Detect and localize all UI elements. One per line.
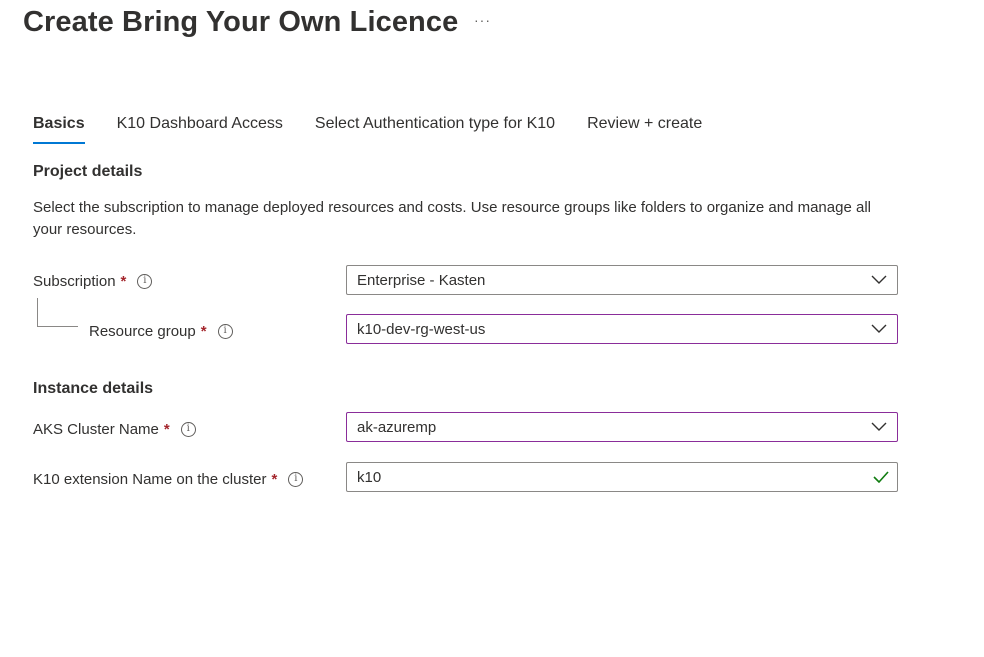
- aks-cluster-label-text: AKS Cluster Name: [33, 420, 159, 438]
- more-options-button[interactable]: ···: [474, 12, 491, 28]
- instance-details-heading: Instance details: [33, 380, 154, 397]
- info-icon[interactable]: i: [217, 323, 233, 339]
- subscription-value: Enterprise - Kasten: [357, 271, 486, 289]
- info-icon[interactable]: i: [288, 471, 304, 487]
- project-details-heading: Project details: [33, 163, 143, 180]
- resource-group-value: k10-dev-rg-west-us: [357, 320, 486, 338]
- extension-name-label: K10 extension Name on the cluster * i: [33, 468, 304, 490]
- extension-name-value[interactable]: k10: [357, 469, 873, 486]
- resource-group-label-text: Resource group: [89, 322, 196, 340]
- resource-group-dropdown[interactable]: k10-dev-rg-west-us: [346, 314, 898, 344]
- subscription-dropdown[interactable]: Enterprise - Kasten: [346, 265, 898, 295]
- tab-basics[interactable]: Basics: [33, 112, 85, 144]
- required-marker: *: [271, 470, 278, 488]
- chevron-down-icon: [871, 422, 887, 431]
- project-details-description: Select the subscription to manage deploy…: [33, 199, 871, 238]
- required-marker: *: [200, 322, 207, 340]
- resource-group-label: Resource group * i: [89, 320, 233, 342]
- wizard-tabs: Basics K10 Dashboard Access Select Authe…: [33, 112, 702, 146]
- chevron-down-icon: [871, 275, 887, 284]
- info-icon[interactable]: i: [137, 273, 153, 289]
- aks-cluster-label: AKS Cluster Name * i: [33, 418, 196, 440]
- aks-cluster-value: ak-azuremp: [357, 418, 437, 436]
- tree-connector: [37, 298, 78, 327]
- extension-name-label-text: K10 extension Name on the cluster: [33, 470, 267, 488]
- info-icon[interactable]: i: [180, 421, 196, 437]
- tab-k10-dashboard-access[interactable]: K10 Dashboard Access: [117, 112, 283, 144]
- tab-select-authentication-type[interactable]: Select Authentication type for K10: [315, 112, 555, 144]
- checkmark-icon: [873, 471, 889, 483]
- required-marker: *: [120, 272, 127, 290]
- required-marker: *: [163, 420, 170, 438]
- subscription-label: Subscription * i: [33, 270, 153, 292]
- chevron-down-icon: [871, 324, 887, 333]
- subscription-label-text: Subscription: [33, 272, 116, 290]
- extension-name-input[interactable]: k10: [346, 462, 898, 492]
- aks-cluster-dropdown[interactable]: ak-azuremp: [346, 412, 898, 442]
- tab-review-create[interactable]: Review + create: [587, 112, 702, 144]
- page-title: Create Bring Your Own Licence: [23, 6, 459, 38]
